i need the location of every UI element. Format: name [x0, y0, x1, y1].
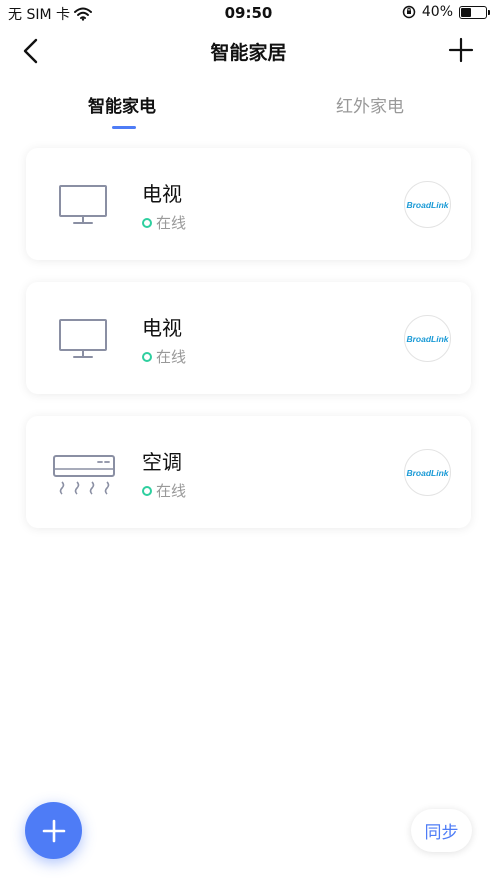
online-status-dot — [142, 217, 152, 228]
device-status-label: 在线 — [156, 482, 187, 500]
battery-icon — [459, 5, 490, 19]
device-status: 在线 — [142, 480, 186, 501]
device-name: 空调 — [142, 450, 182, 474]
orientation-lock-icon — [402, 5, 416, 19]
battery-percent: 40% — [421, 4, 453, 20]
brand-label: BroadLink — [406, 199, 449, 210]
tv-icon — [59, 185, 107, 224]
brand-label: BroadLink — [406, 333, 449, 344]
online-status-dot — [142, 351, 152, 362]
broadlink-logo: BroadLink — [404, 181, 451, 228]
status-bar: 无 SIM 卡 09:50 40% — [0, 0, 497, 26]
plus-icon — [42, 819, 65, 842]
tab-smart-appliances[interactable]: 智能家电 — [88, 92, 156, 117]
device-status-label: 在线 — [156, 214, 187, 232]
broadlink-logo: BroadLink — [404, 315, 451, 362]
tab-bar: 智能家电 红外家电 — [0, 88, 497, 132]
sync-button[interactable]: 同步 — [411, 809, 472, 852]
battery-level — [461, 7, 472, 17]
plus-icon[interactable] — [447, 36, 475, 64]
device-card[interactable]: 电视 在线 BroadLink — [26, 148, 471, 260]
tab-infrared-appliances[interactable]: 红外家电 — [336, 92, 404, 117]
page-title: 智能家居 — [210, 42, 287, 64]
online-status-dot — [142, 485, 152, 496]
brand-label: BroadLink — [406, 467, 449, 478]
tv-icon — [59, 319, 107, 358]
broadlink-logo: BroadLink — [404, 449, 451, 496]
device-status: 在线 — [142, 346, 186, 367]
device-status-label: 在线 — [156, 348, 187, 366]
device-card[interactable]: 电视 在线 BroadLink — [26, 282, 471, 394]
smart-home-screen: 无 SIM 卡 09:50 40% 智能家居 智能家电 红外家电 电视 在线 B… — [0, 0, 497, 883]
status-right: 40% — [402, 4, 490, 20]
device-status: 在线 — [142, 212, 186, 233]
air-conditioner-icon — [53, 455, 115, 495]
nav-bar: 智能家居 — [0, 28, 497, 74]
device-card[interactable]: 空调 在线 BroadLink — [26, 416, 471, 528]
device-name: 电视 — [142, 316, 182, 340]
device-name: 电视 — [142, 182, 182, 206]
add-device-button[interactable] — [25, 802, 82, 859]
tab-indicator — [112, 126, 136, 129]
